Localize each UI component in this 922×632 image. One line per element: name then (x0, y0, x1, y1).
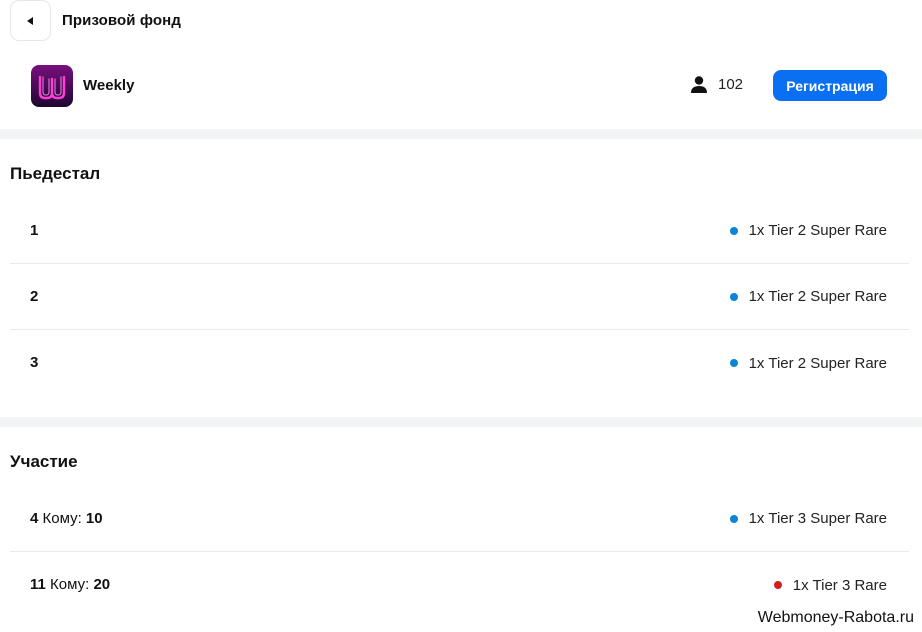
watermark: Webmoney-Rabota.ru (757, 609, 914, 626)
rarity-dot-icon (729, 226, 738, 235)
tournament-name: Weekly (83, 77, 135, 94)
reward-text: 1x Tier 3 Rare (792, 576, 887, 594)
back-arrow-icon (26, 16, 33, 25)
table-row: 2 1x Tier 2 Super Rare (10, 264, 909, 330)
participation-list: 4 Кому: 10 1x Tier 3 Super Rare 11 Кому: 2… (10, 486, 909, 618)
rarity-dot-icon (729, 359, 738, 367)
page-title: Призовой фонд (62, 12, 181, 29)
to-label: Кому: (38, 509, 86, 527)
reward: 1x Tier 2 Super Rare (729, 222, 887, 239)
table-row: 4 Кому: 10 1x Tier 3 Super Rare (10, 486, 909, 552)
podium-list: 1 1x Tier 2 Super Rare 2 1x Tier 2 Super Ra… (10, 198, 909, 396)
row-place: 1 (30, 222, 38, 240)
section-divider (0, 129, 922, 139)
place-number: 1 (30, 221, 39, 239)
table-row: 3 1x Tier 2 Super Rare (10, 330, 909, 396)
to-value: 20 (93, 576, 111, 593)
section-divider (0, 417, 922, 427)
reward: 1x Tier 3 Rare (773, 576, 887, 594)
row-place: 4 Кому: 10 (30, 510, 103, 528)
weekly-logo-icon (31, 65, 73, 107)
rarity-dot-icon (773, 581, 782, 589)
reward: 1x Tier 2 Super Rare (729, 288, 887, 305)
players-count-value: 102 (718, 76, 744, 93)
tournament-logo-icon (31, 65, 73, 107)
place-number: 3 (30, 354, 39, 371)
players-count: 102 (690, 76, 743, 93)
reward-text: 1x Tier 2 Super Rare (748, 288, 887, 305)
back-button[interactable] (10, 0, 51, 41)
podium-section: Пьедестал 1 1x Tier 2 Super Rare 2 1x Tier … (0, 164, 922, 396)
participation-title: Участие (10, 452, 78, 471)
participation-section: Участие 4 Кому: 10 1x Tier 3 Super Rare 11… (0, 452, 922, 618)
to-value: 10 (85, 509, 103, 527)
reward-text: 1x Tier 2 Super Rare (748, 354, 887, 372)
place-number: 11 (30, 576, 46, 593)
to-label: Кому: (45, 576, 94, 593)
reward: 1x Tier 3 Super Rare (729, 510, 887, 527)
row-place: 2 (30, 288, 38, 306)
rarity-dot-icon (729, 292, 738, 301)
reward-text: 1x Tier 3 Super Rare (748, 510, 887, 527)
table-row: 1 1x Tier 2 Super Rare (10, 198, 909, 264)
register-button[interactable]: Регистрация (773, 70, 887, 101)
reward-text: 1x Tier 2 Super Rare (748, 222, 887, 239)
place-number: 2 (30, 287, 39, 305)
tournament-header: Weekly 102 Регистрация (0, 42, 922, 129)
user-icon (691, 76, 707, 93)
rarity-dot-icon (729, 514, 738, 523)
reward: 1x Tier 2 Super Rare (729, 354, 887, 372)
podium-title: Пьедестал (10, 164, 101, 183)
row-place: 3 (30, 354, 38, 372)
header: Призовой фонд (0, 0, 922, 42)
row-place: 11 Кому: 20 (30, 576, 110, 594)
